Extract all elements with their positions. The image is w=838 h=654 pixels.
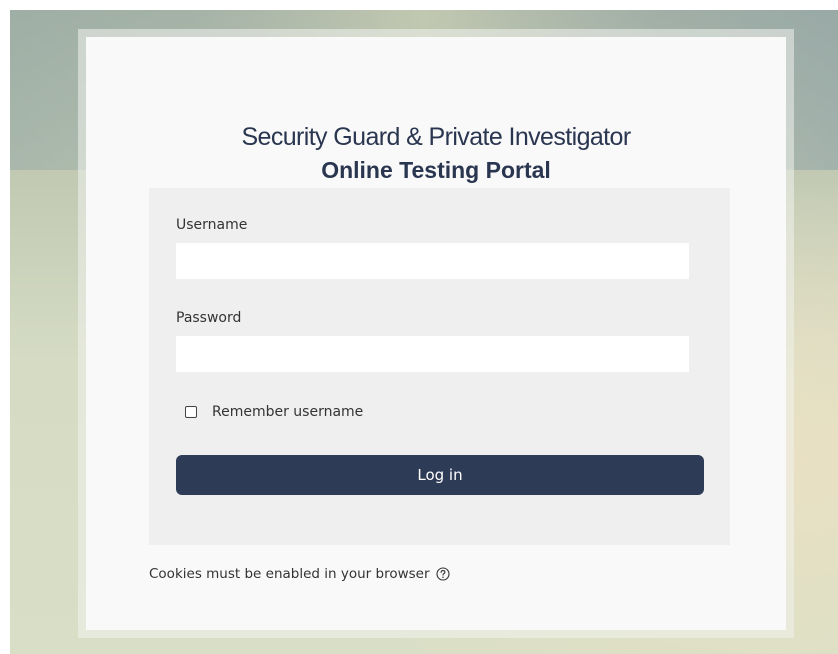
question-circle-icon[interactable]	[435, 567, 450, 581]
password-label: Password	[176, 310, 242, 326]
remember-username-label[interactable]: Remember username	[212, 404, 363, 420]
cookies-notice: Cookies must be enabled in your browser	[149, 566, 450, 582]
login-form: Username Password Remember username Log …	[149, 188, 730, 545]
password-input[interactable]	[176, 336, 689, 372]
username-label: Username	[176, 217, 248, 233]
remember-username-checkbox[interactable]	[185, 406, 197, 418]
login-button[interactable]: Log in	[176, 455, 704, 495]
login-card: Security Guard & Private Investigator On…	[86, 37, 786, 630]
page-title: Security Guard & Private Investigator	[241, 123, 631, 151]
page-subtitle: Online Testing Portal	[321, 157, 551, 183]
username-input[interactable]	[176, 243, 689, 279]
cookies-notice-text: Cookies must be enabled in your browser	[149, 566, 430, 582]
